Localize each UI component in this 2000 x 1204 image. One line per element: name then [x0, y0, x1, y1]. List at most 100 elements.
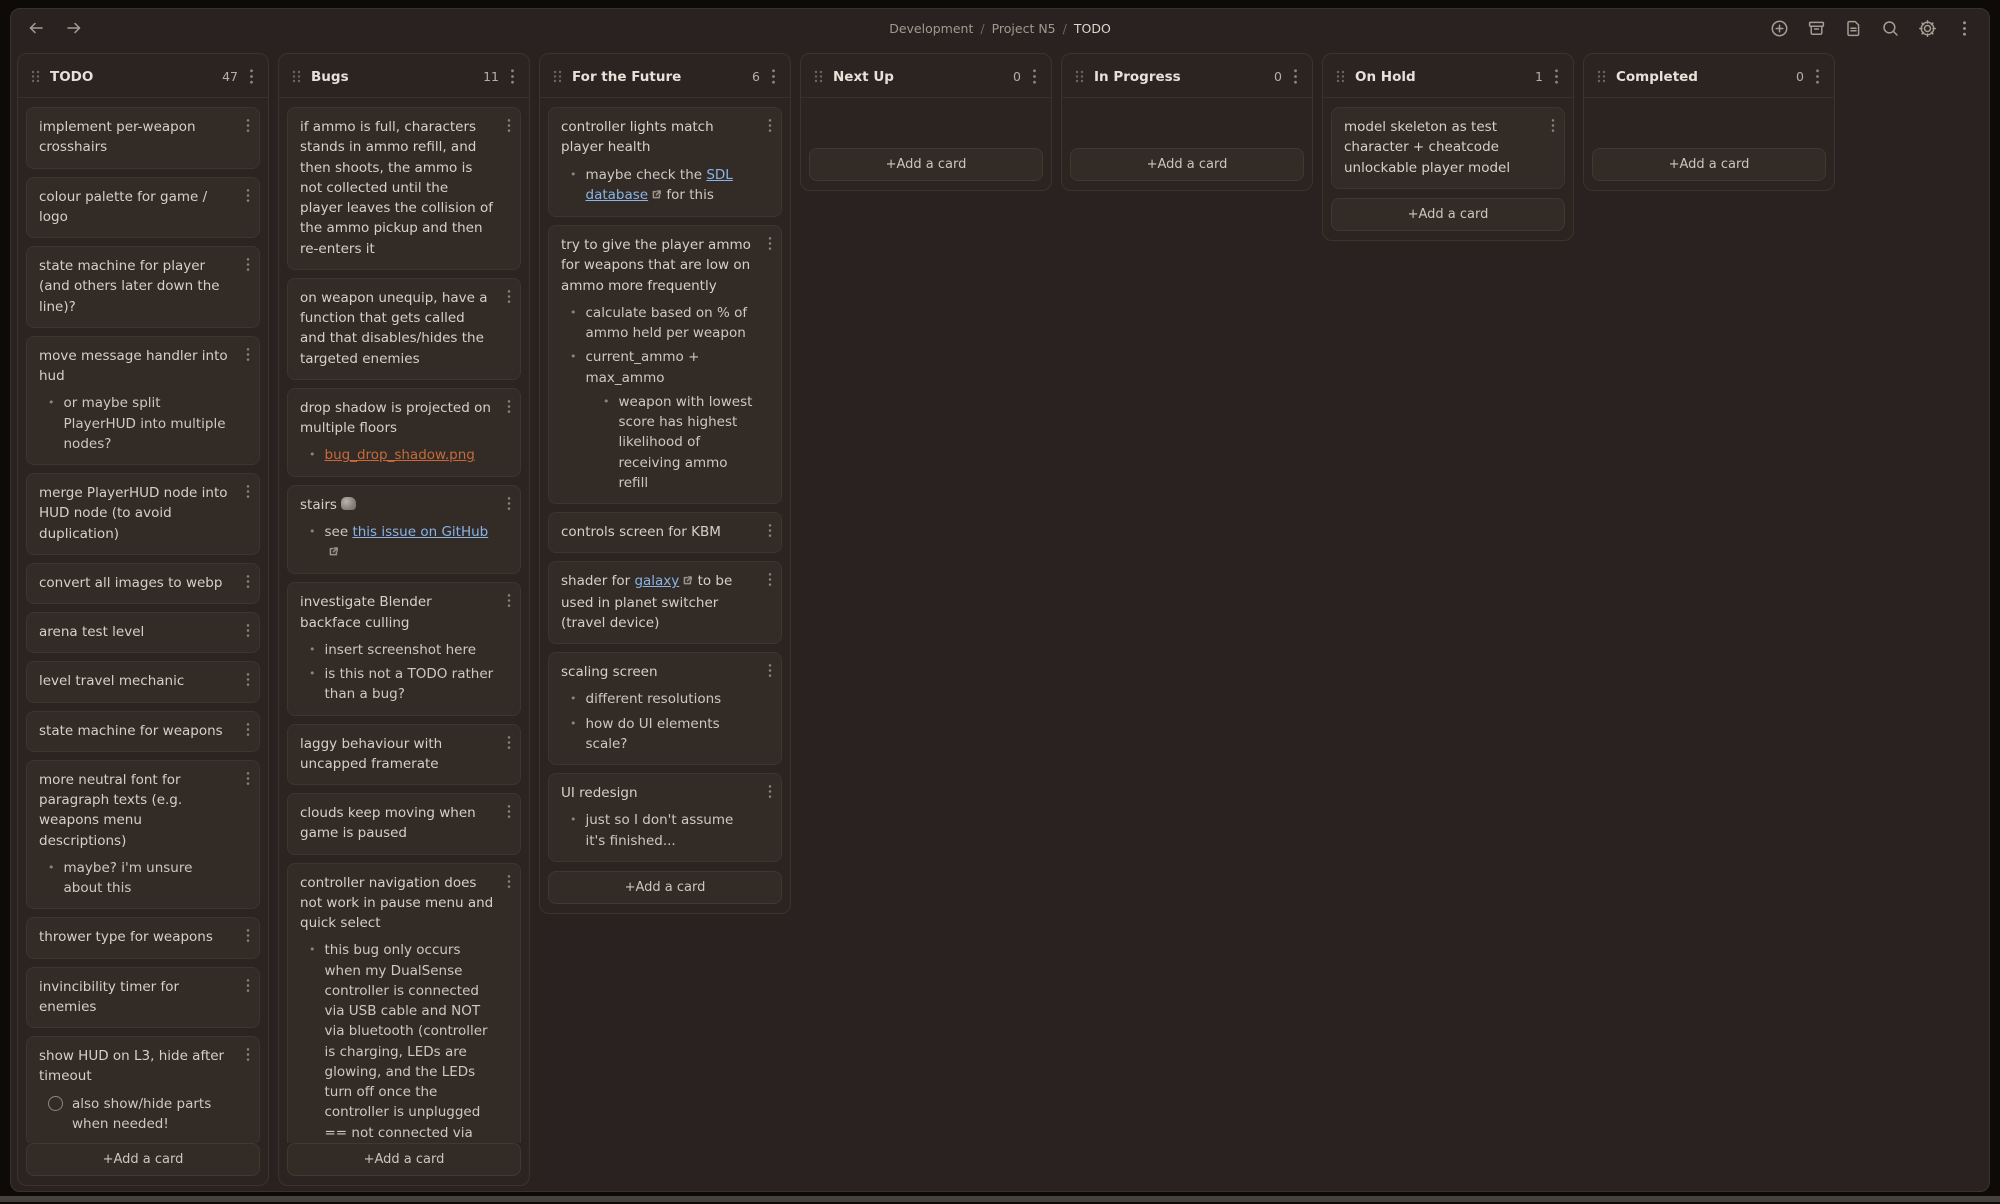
- card-menu-button[interactable]: [244, 720, 252, 739]
- column-menu-button[interactable]: [247, 66, 256, 87]
- card-menu-button[interactable]: [244, 1045, 252, 1064]
- card-menu-button[interactable]: [244, 976, 252, 995]
- card[interactable]: controls screen for KBM: [548, 512, 782, 553]
- card-menu-button[interactable]: [244, 621, 252, 640]
- column-in-progress: In Progress0+Add a card: [1061, 53, 1313, 191]
- breadcrumb-item-development[interactable]: Development: [889, 21, 973, 36]
- column-menu-button[interactable]: [1813, 66, 1822, 87]
- card-link[interactable]: galaxy: [634, 573, 679, 589]
- drag-handle-icon[interactable]: [1074, 69, 1085, 84]
- card[interactable]: investigate Blender backface culling•ins…: [287, 582, 521, 715]
- add-board-button[interactable]: [1768, 17, 1790, 39]
- card[interactable]: scaling screen•different resolutions•how…: [548, 652, 782, 765]
- card-menu-button[interactable]: [505, 872, 513, 891]
- card-menu-button[interactable]: [505, 116, 513, 135]
- card[interactable]: stairs •see this issue on GitHub: [287, 485, 521, 575]
- card[interactable]: laggy behaviour with uncapped framerate: [287, 724, 521, 786]
- drag-handle-icon[interactable]: [1596, 69, 1607, 84]
- card[interactable]: drop shadow is projected on multiple flo…: [287, 388, 521, 477]
- card-menu-button[interactable]: [766, 521, 774, 540]
- more-menu-button[interactable]: [1953, 17, 1975, 39]
- card[interactable]: model skeleton as test character + cheat…: [1331, 107, 1565, 189]
- card-menu-button[interactable]: [244, 186, 252, 205]
- drag-handle-icon[interactable]: [1335, 69, 1346, 84]
- more-icon: [1962, 20, 1967, 37]
- card[interactable]: colour palette for game / logo: [26, 177, 260, 239]
- card-menu-button[interactable]: [244, 345, 252, 364]
- card[interactable]: shader for galaxy to be used in planet s…: [548, 561, 782, 644]
- card[interactable]: clouds keep moving when game is paused: [287, 793, 521, 855]
- breadcrumb-item-project[interactable]: Project N5: [992, 21, 1056, 36]
- card[interactable]: controller lights match player health•ma…: [548, 107, 782, 217]
- card[interactable]: level travel mechanic: [26, 661, 260, 702]
- card[interactable]: state machine for weapons: [26, 711, 260, 752]
- add-card-button[interactable]: +Add a card: [1070, 148, 1304, 181]
- add-card-button[interactable]: +Add a card: [1592, 148, 1826, 181]
- card-menu-button[interactable]: [244, 482, 252, 501]
- card-menu-button[interactable]: [766, 661, 774, 680]
- card-link[interactable]: this issue on GitHub: [352, 524, 488, 540]
- column-header: On Hold1: [1323, 54, 1573, 98]
- card[interactable]: move message handler into hud•or maybe s…: [26, 336, 260, 465]
- card-menu-button[interactable]: [505, 397, 513, 416]
- add-card-button[interactable]: +Add a card: [26, 1143, 260, 1176]
- add-card-button[interactable]: +Add a card: [548, 871, 782, 904]
- card-menu-button[interactable]: [505, 802, 513, 821]
- card-menu-button[interactable]: [505, 494, 513, 513]
- card-menu-button[interactable]: [505, 733, 513, 752]
- drag-handle-icon[interactable]: [552, 69, 563, 84]
- card-menu-button[interactable]: [244, 572, 252, 591]
- card[interactable]: more neutral font for paragraph texts (e…: [26, 760, 260, 910]
- settings-button[interactable]: [1916, 17, 1938, 39]
- card[interactable]: arena test level: [26, 612, 260, 653]
- bullet-text: bug_drop_shadow.png: [325, 445, 475, 465]
- card[interactable]: convert all images to webp: [26, 563, 260, 604]
- card[interactable]: show HUD on L3, hide after timeoutalso s…: [26, 1036, 260, 1143]
- column-menu-button[interactable]: [1291, 66, 1300, 87]
- card-menu-button[interactable]: [244, 255, 252, 274]
- add-card-button[interactable]: +Add a card: [809, 148, 1043, 181]
- card-text-segment: just so I don't assume it's finished...: [586, 812, 734, 848]
- column-header: For the Future6: [540, 54, 790, 98]
- card-text-segment: weapon with lowest score has highest lik…: [619, 394, 753, 491]
- column-menu-button[interactable]: [1552, 66, 1561, 87]
- card-menu-button[interactable]: [244, 769, 252, 788]
- column-menu-button[interactable]: [508, 66, 517, 87]
- card-menu-button[interactable]: [766, 116, 774, 135]
- horizontal-scrollbar[interactable]: [0, 1196, 2000, 1202]
- card-link[interactable]: bug_drop_shadow.png: [325, 447, 475, 463]
- card[interactable]: on weapon unequip, have a function that …: [287, 278, 521, 380]
- card-menu-button[interactable]: [766, 570, 774, 589]
- drag-handle-icon[interactable]: [30, 69, 41, 84]
- archive-button[interactable]: [1805, 17, 1827, 39]
- card[interactable]: thrower type for weapons: [26, 917, 260, 958]
- column-menu-button[interactable]: [769, 66, 778, 87]
- add-card-button[interactable]: +Add a card: [287, 1143, 521, 1176]
- back-button[interactable]: [25, 17, 47, 39]
- checkbox[interactable]: [48, 1096, 63, 1111]
- card-menu-button[interactable]: [244, 926, 252, 945]
- card[interactable]: try to give the player ammo for weapons …: [548, 225, 782, 504]
- card[interactable]: UI redesign•just so I don't assume it's …: [548, 773, 782, 862]
- card-menu-button[interactable]: [766, 782, 774, 801]
- card-menu-button[interactable]: [766, 234, 774, 253]
- card[interactable]: if ammo is full, characters stands in am…: [287, 107, 521, 270]
- card[interactable]: merge PlayerHUD node into HUD node (to a…: [26, 473, 260, 555]
- card-menu-button[interactable]: [244, 670, 252, 689]
- search-button[interactable]: [1879, 17, 1901, 39]
- add-card-button[interactable]: +Add a card: [1331, 198, 1565, 231]
- card[interactable]: state machine for player (and others lat…: [26, 246, 260, 328]
- column-menu-button[interactable]: [1030, 66, 1039, 87]
- card[interactable]: implement per-weapon crosshairs: [26, 107, 260, 169]
- notes-button[interactable]: [1842, 17, 1864, 39]
- drag-handle-icon[interactable]: [813, 69, 824, 84]
- card-menu-button[interactable]: [1549, 116, 1557, 135]
- card-text-segment: current_ammo + max_ammo: [586, 349, 700, 385]
- forward-button[interactable]: [63, 17, 85, 39]
- card-menu-button[interactable]: [505, 287, 513, 306]
- card-menu-button[interactable]: [244, 116, 252, 135]
- card[interactable]: invincibility timer for enemies: [26, 967, 260, 1029]
- card[interactable]: controller navigation does not work in p…: [287, 863, 521, 1144]
- card-menu-button[interactable]: [505, 591, 513, 610]
- drag-handle-icon[interactable]: [291, 69, 302, 84]
